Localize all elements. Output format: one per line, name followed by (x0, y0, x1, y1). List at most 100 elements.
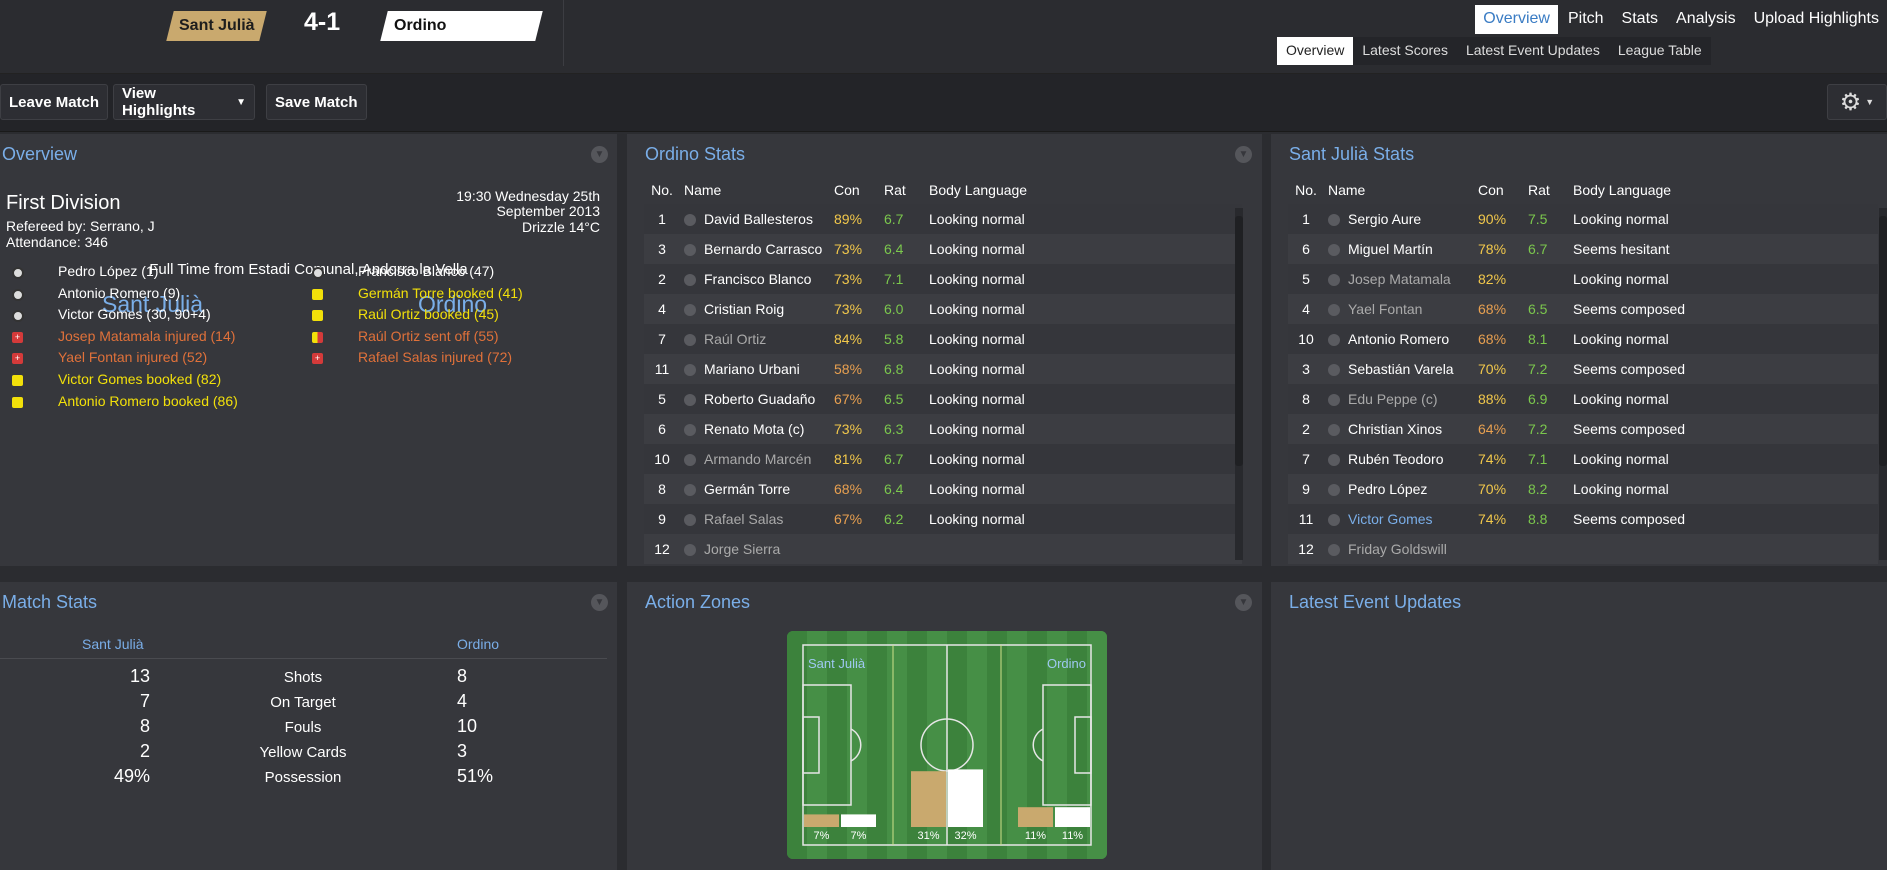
info-icon[interactable] (1328, 394, 1340, 406)
zone-bar-home (911, 771, 946, 827)
info-icon[interactable] (1328, 244, 1340, 256)
table-row[interactable]: 10 Armando Marcén 81% 6.7 Looking normal (644, 444, 1242, 474)
table-row[interactable]: 11 Mariano Urbani 58% 6.8 Looking normal (644, 354, 1242, 384)
tab-overview[interactable]: Overview (1475, 5, 1558, 34)
table-row[interactable]: 9 Pedro López 70% 8.2 Looking normal (1288, 474, 1878, 504)
pitch-svg: Sant Julià Ordino 7% 7% 31% 32% 11% 11% (787, 631, 1107, 859)
body-language: Looking normal (929, 271, 1025, 287)
table-row[interactable]: 2 Christian Xinos 64% 7.2 Seems composed (1288, 414, 1878, 444)
table-row[interactable]: 2 Francisco Blanco 73% 7.1 Looking normal (644, 264, 1242, 294)
table-row[interactable]: 1 David Ballesteros 89% 6.7 Looking normal (644, 204, 1242, 234)
table-row[interactable]: 12 Jorge Sierra (644, 534, 1242, 564)
info-icon[interactable] (1328, 274, 1340, 286)
player-name: David Ballesteros (704, 211, 813, 227)
column-header[interactable]: Rat (1524, 176, 1569, 204)
away-team-name: Ordino (394, 17, 447, 34)
table-row[interactable]: 8 Germán Torre 68% 6.4 Looking normal (644, 474, 1242, 504)
tab-analysis[interactable]: Analysis (1668, 5, 1744, 34)
info-icon[interactable] (684, 454, 696, 466)
table-row[interactable]: 5 Josep Matamala 82% Looking normal (1288, 264, 1878, 294)
column-header[interactable]: Con (1474, 176, 1524, 204)
chevron-down-icon[interactable]: ▼ (591, 146, 608, 163)
tab-stats[interactable]: Stats (1614, 5, 1666, 34)
table-row[interactable]: 8 Edu Peppe (c) 88% 6.9 Looking normal (1288, 384, 1878, 414)
subtab-overview[interactable]: Overview (1277, 37, 1354, 65)
zone-away-label: Ordino (1047, 656, 1086, 671)
table-row[interactable]: 6 Renato Mota (c) 73% 6.3 Looking normal (644, 414, 1242, 444)
tab-upload-highlights[interactable]: Upload Highlights (1746, 5, 1887, 34)
subtab-latest-scores[interactable]: Latest Scores (1353, 37, 1457, 65)
column-header[interactable]: No. (1288, 176, 1324, 204)
player-number: 11 (654, 361, 670, 377)
table-row[interactable]: 5 Roberto Guadaño 67% 6.5 Looking normal (644, 384, 1242, 414)
scrollbar[interactable] (1235, 208, 1243, 560)
leave-match-button[interactable]: Leave Match (0, 84, 109, 120)
table-row[interactable]: 3 Sebastián Varela 70% 7.2 Seems composed (1288, 354, 1878, 384)
column-header[interactable]: No. (644, 176, 680, 204)
body-language: Looking normal (929, 391, 1025, 407)
table-row[interactable]: 3 Bernardo Carrasco 73% 6.4 Looking normal (644, 234, 1242, 264)
event-text: Antonio Romero (9) (58, 284, 181, 301)
table-row[interactable]: 7 Raúl Ortiz 84% 5.8 Looking normal (644, 324, 1242, 354)
gear-icon[interactable]: ⚙ ▼ (1827, 84, 1887, 120)
info-icon[interactable] (684, 214, 696, 226)
column-header[interactable]: Body Language (1569, 176, 1878, 204)
subtab-latest-event-updates[interactable]: Latest Event Updates (1457, 37, 1609, 65)
table-row[interactable]: 7 Rubén Teodoro 74% 7.1 Looking normal (1288, 444, 1878, 474)
injury-icon: + (12, 353, 23, 365)
info-icon[interactable] (684, 544, 696, 556)
column-header[interactable]: Name (1324, 176, 1474, 204)
player-condition: 67% (834, 511, 863, 527)
info-icon[interactable] (1328, 484, 1340, 496)
table-row[interactable]: 1 Sergio Aure 90% 7.5 Looking normal (1288, 204, 1878, 234)
info-icon[interactable] (1328, 304, 1340, 316)
home-team-badge[interactable]: Sant Julià (166, 11, 267, 41)
home-stat-value: 13 (129, 666, 150, 686)
info-icon[interactable] (1328, 454, 1340, 466)
info-icon[interactable] (1328, 364, 1340, 376)
chevron-down-icon[interactable]: ▼ (1235, 146, 1252, 163)
info-icon[interactable] (684, 274, 696, 286)
info-icon[interactable] (684, 244, 696, 256)
info-icon[interactable] (684, 424, 696, 436)
info-icon[interactable] (1328, 424, 1340, 436)
info-icon[interactable] (684, 514, 696, 526)
player-number: 12 (1298, 541, 1314, 557)
column-header[interactable]: Rat (880, 176, 925, 204)
info-icon[interactable] (1328, 544, 1340, 556)
tab-pitch[interactable]: Pitch (1560, 5, 1612, 34)
event-text: Pedro López (1) (58, 263, 159, 279)
info-icon[interactable] (684, 394, 696, 406)
table-row[interactable]: 11 Victor Gomes 74% 8.8 Seems composed (1288, 504, 1878, 534)
player-name: Antonio Romero (1348, 331, 1450, 347)
info-icon[interactable] (684, 364, 696, 376)
zone-home-label: Sant Julià (808, 656, 866, 671)
info-icon[interactable] (1328, 514, 1340, 526)
scrollbar[interactable] (1879, 208, 1887, 560)
chevron-down-icon[interactable]: ▼ (591, 594, 608, 611)
info-icon[interactable] (684, 304, 696, 316)
subtab-league-table[interactable]: League Table (1609, 37, 1711, 65)
info-icon[interactable] (1328, 214, 1340, 226)
table-row[interactable]: 12 Friday Goldswill (1288, 534, 1878, 564)
table-row[interactable]: 9 Rafael Salas 67% 6.2 Looking normal (644, 504, 1242, 534)
player-rating: 6.2 (884, 511, 904, 527)
away-team-badge[interactable]: Ordino (380, 11, 543, 41)
event-text: Yael Fontan injured (52) (58, 349, 208, 366)
table-row[interactable]: 10 Antonio Romero 68% 8.1 Looking normal (1288, 324, 1878, 354)
save-match-button[interactable]: Save Match (266, 84, 367, 120)
info-icon[interactable] (1328, 334, 1340, 346)
match-header: Sant Julià 4-1 Ordino Overview Pitch Sta… (0, 0, 1887, 74)
column-header[interactable]: Con (830, 176, 880, 204)
table-row[interactable]: 4 Cristian Roig 73% 6.0 Looking normal (644, 294, 1242, 324)
table-row[interactable]: 4 Yael Fontan 68% 6.5 Seems composed (1288, 294, 1878, 324)
info-icon[interactable] (684, 484, 696, 496)
chevron-down-icon[interactable]: ▼ (1235, 594, 1252, 611)
column-header[interactable]: Body Language (925, 176, 1242, 204)
view-highlights-button[interactable]: View Highlights ▼ (113, 84, 255, 120)
column-header[interactable]: Name (680, 176, 830, 204)
body-language: Looking normal (1573, 481, 1669, 497)
info-icon[interactable] (684, 334, 696, 346)
player-number: 1 (1302, 211, 1310, 227)
table-row[interactable]: 6 Miguel Martín 78% 6.7 Seems hesitant (1288, 234, 1878, 264)
